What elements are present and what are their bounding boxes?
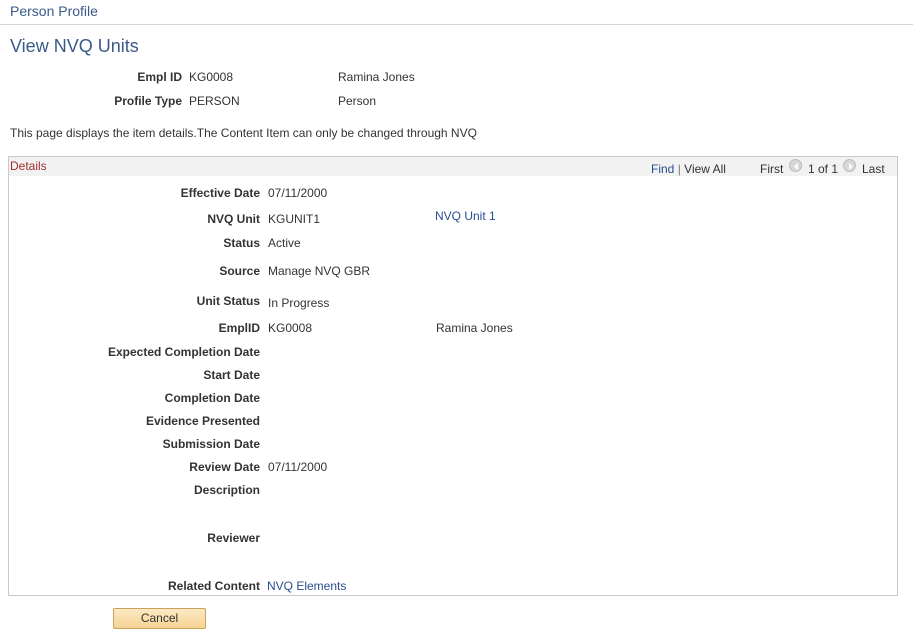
unit-status-label: Unit Status bbox=[196, 294, 260, 308]
profile-type-value: PERSON bbox=[189, 94, 240, 108]
first-label[interactable]: First bbox=[760, 162, 783, 176]
cancel-button[interactable]: Cancel bbox=[113, 608, 206, 629]
source-value: Manage NVQ GBR bbox=[268, 264, 371, 278]
profile-type-description: Person bbox=[338, 94, 377, 108]
detail-employee-name: Ramina Jones bbox=[436, 321, 513, 335]
status-value: Active bbox=[268, 236, 301, 250]
evidence-presented-label: Evidence Presented bbox=[145, 414, 260, 428]
emplid-value: KG0008 bbox=[189, 70, 234, 84]
effective-date-value: 07/11/2000 bbox=[268, 186, 328, 200]
status-label: Status bbox=[223, 236, 260, 250]
nav-separator: | bbox=[677, 162, 681, 176]
description-label: Description bbox=[193, 483, 260, 497]
row-count: 1 of 1 bbox=[808, 162, 839, 176]
details-title: Details bbox=[10, 159, 47, 173]
find-link[interactable]: Find bbox=[651, 162, 674, 176]
detail-emplid-label: EmplID bbox=[218, 321, 260, 335]
nvq-unit-value: KGUNIT1 bbox=[268, 212, 321, 226]
breadcrumb: Person Profile bbox=[10, 3, 98, 19]
page-title: View NVQ Units bbox=[10, 36, 139, 56]
start-date-label: Start Date bbox=[203, 368, 260, 382]
emplid-label: Empl ID bbox=[137, 70, 182, 84]
completion-date-label: Completion Date bbox=[164, 391, 260, 405]
detail-emplid-value: KG0008 bbox=[268, 321, 313, 335]
effective-date-label: Effective Date bbox=[180, 186, 260, 200]
profile-type-label: Profile Type bbox=[114, 94, 182, 108]
nvq-elements-link[interactable]: NVQ Elements bbox=[267, 579, 346, 593]
expected-completion-date-label: Expected Completion Date bbox=[107, 345, 260, 359]
breadcrumb-divider bbox=[0, 24, 913, 25]
left-arrow-circle-icon[interactable] bbox=[789, 159, 802, 172]
review-date-value: 07/11/2000 bbox=[268, 460, 328, 474]
source-label: Source bbox=[219, 264, 260, 278]
related-content-label: Related Content bbox=[167, 579, 260, 593]
grid-navigation: Find | View All bbox=[651, 162, 726, 176]
nvq-unit-description-link[interactable]: NVQ Unit 1 bbox=[435, 209, 496, 223]
submission-date-label: Submission Date bbox=[162, 437, 260, 451]
last-label[interactable]: Last bbox=[862, 162, 885, 176]
employee-name: Ramina Jones bbox=[338, 70, 415, 84]
unit-status-value: In Progress bbox=[268, 296, 330, 310]
reviewer-label: Reviewer bbox=[207, 531, 260, 545]
info-text: This page displays the item details.The … bbox=[10, 126, 477, 140]
right-arrow-circle-icon[interactable] bbox=[843, 159, 856, 172]
view-all-link[interactable]: View All bbox=[684, 162, 726, 176]
nvq-unit-label: NVQ Unit bbox=[207, 212, 260, 226]
review-date-label: Review Date bbox=[189, 460, 260, 474]
